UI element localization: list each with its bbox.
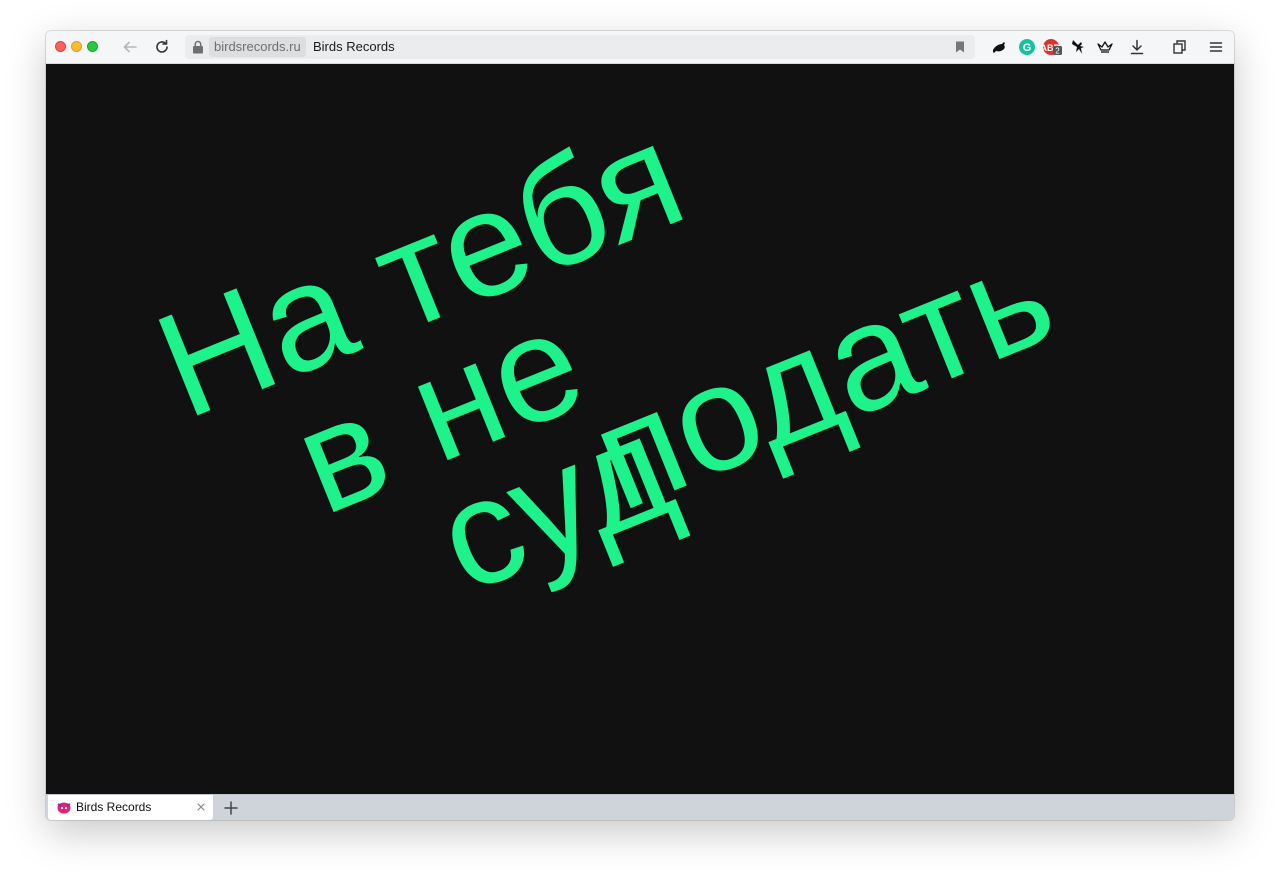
adblock-button[interactable]: ABP 2 <box>1043 37 1063 57</box>
address-bar[interactable]: birdsrecords.ru Birds Records <box>185 35 975 59</box>
reload-icon <box>156 39 168 53</box>
menu-button[interactable] <box>1206 37 1226 57</box>
bird-extension-icon <box>993 42 1005 53</box>
crown-icon <box>1097 41 1113 53</box>
web-content: На тебя не подать в суд <box>46 64 1234 794</box>
tab-title: Birds Records <box>76 800 152 814</box>
bookmark-icon[interactable] <box>955 41 965 53</box>
grammarly-icon: G <box>1019 39 1035 55</box>
bird-silhouette-icon <box>1072 40 1084 54</box>
minimize-window-button[interactable] <box>71 41 82 52</box>
lock-icon <box>193 40 203 54</box>
close-tab-icon[interactable] <box>195 801 207 813</box>
bird-extension-button[interactable] <box>990 37 1010 57</box>
crown-button[interactable] <box>1095 37 1115 57</box>
browser-toolbar: birdsrecords.ru Birds Records G ABP 2 <box>46 31 1234 64</box>
downloads-button[interactable] <box>1127 37 1147 57</box>
download-icon <box>1130 39 1144 55</box>
svg-text:G: G <box>1023 42 1032 54</box>
close-window-button[interactable] <box>55 41 66 52</box>
headline-graphic: На тебя не подать в суд <box>135 89 1074 623</box>
browser-window: birdsrecords.ru Birds Records G ABP 2 <box>46 31 1234 820</box>
back-button[interactable] <box>120 37 140 57</box>
tab-strip: Birds Records <box>46 794 1234 820</box>
grammarly-button[interactable]: G <box>1017 37 1037 57</box>
reload-button[interactable] <box>152 37 172 57</box>
plus-icon[interactable] <box>222 799 240 817</box>
bird-silhouette-button[interactable] <box>1069 37 1089 57</box>
library-icon <box>1173 40 1186 54</box>
url-page-title: Birds Records <box>313 39 395 54</box>
adblock-icon: ABP 2 <box>1043 39 1062 56</box>
tab-birds-records[interactable]: Birds Records <box>48 795 213 820</box>
library-button[interactable] <box>1170 37 1190 57</box>
arrow-left-icon <box>123 41 137 53</box>
birds-favicon-icon <box>57 802 71 814</box>
headline-word-4: в <box>273 360 410 546</box>
maximize-window-button[interactable] <box>87 41 98 52</box>
svg-text:2: 2 <box>1055 47 1060 56</box>
url-domain[interactable]: birdsrecords.ru <box>209 37 306 57</box>
menu-icon <box>1209 42 1223 52</box>
